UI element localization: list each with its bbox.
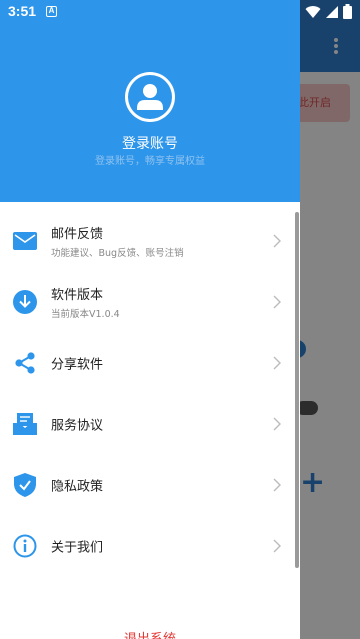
signal-icon: [326, 5, 338, 18]
navigation-drawer: 登录账号 登录账号，畅享专属权益 邮件反馈 功能建议、Bug反馈、账号注销 软件…: [0, 0, 300, 639]
avatar[interactable]: [125, 72, 175, 122]
chevron-right-icon: [273, 539, 281, 552]
drawer-scrollbar[interactable]: [295, 212, 299, 568]
menu-item-label: 软件版本: [51, 287, 104, 303]
shield-icon: [12, 472, 38, 498]
menu-item-version[interactable]: 软件版本 当前版本V1.0.4: [0, 271, 300, 332]
chevron-right-icon: [273, 234, 281, 247]
chevron-right-icon: [273, 417, 281, 430]
wifi-icon: [305, 5, 321, 18]
menu-item-privacy[interactable]: 隐私政策: [0, 454, 300, 515]
status-bar: 3:51 A: [0, 0, 360, 24]
menu-item-label: 服务协议: [51, 418, 104, 433]
agreement-icon: [12, 411, 38, 437]
user-icon: [128, 75, 172, 119]
download-icon: [12, 289, 38, 315]
menu-item-label: 关于我们: [51, 540, 104, 555]
status-time: 3:51: [8, 3, 37, 19]
login-subtitle: 登录账号，畅享专属权益: [95, 156, 205, 167]
logout-button[interactable]: 退出系统: [0, 628, 300, 639]
notification-a-icon: A: [46, 6, 57, 17]
chevron-right-icon: [273, 478, 281, 491]
login-title[interactable]: 登录账号: [0, 133, 300, 153]
chevron-right-icon: [273, 356, 281, 369]
menu-item-label: 分享软件: [51, 357, 104, 372]
mail-icon: [12, 228, 38, 254]
drawer-menu: 邮件反馈 功能建议、Bug反馈、账号注销 软件版本 当前版本V1.0.4 分享软…: [0, 210, 300, 576]
menu-item-feedback[interactable]: 邮件反馈 功能建议、Bug反馈、账号注销: [0, 210, 300, 271]
menu-item-sublabel: 当前版本V1.0.4: [51, 308, 120, 320]
menu-item-share[interactable]: 分享软件: [0, 332, 300, 393]
menu-item-label: 隐私政策: [51, 479, 104, 494]
status-icons: [305, 4, 352, 19]
battery-icon: [343, 4, 352, 19]
menu-item-about[interactable]: 关于我们: [0, 515, 300, 576]
menu-item-label: 邮件反馈: [51, 226, 104, 242]
menu-item-agreement[interactable]: 服务协议: [0, 393, 300, 454]
chevron-right-icon: [273, 295, 281, 308]
info-icon: [12, 533, 38, 559]
share-icon: [12, 350, 38, 376]
menu-item-sublabel: 功能建议、Bug反馈、账号注销: [51, 247, 184, 259]
drawer-header: 登录账号 登录账号，畅享专属权益: [0, 0, 300, 202]
